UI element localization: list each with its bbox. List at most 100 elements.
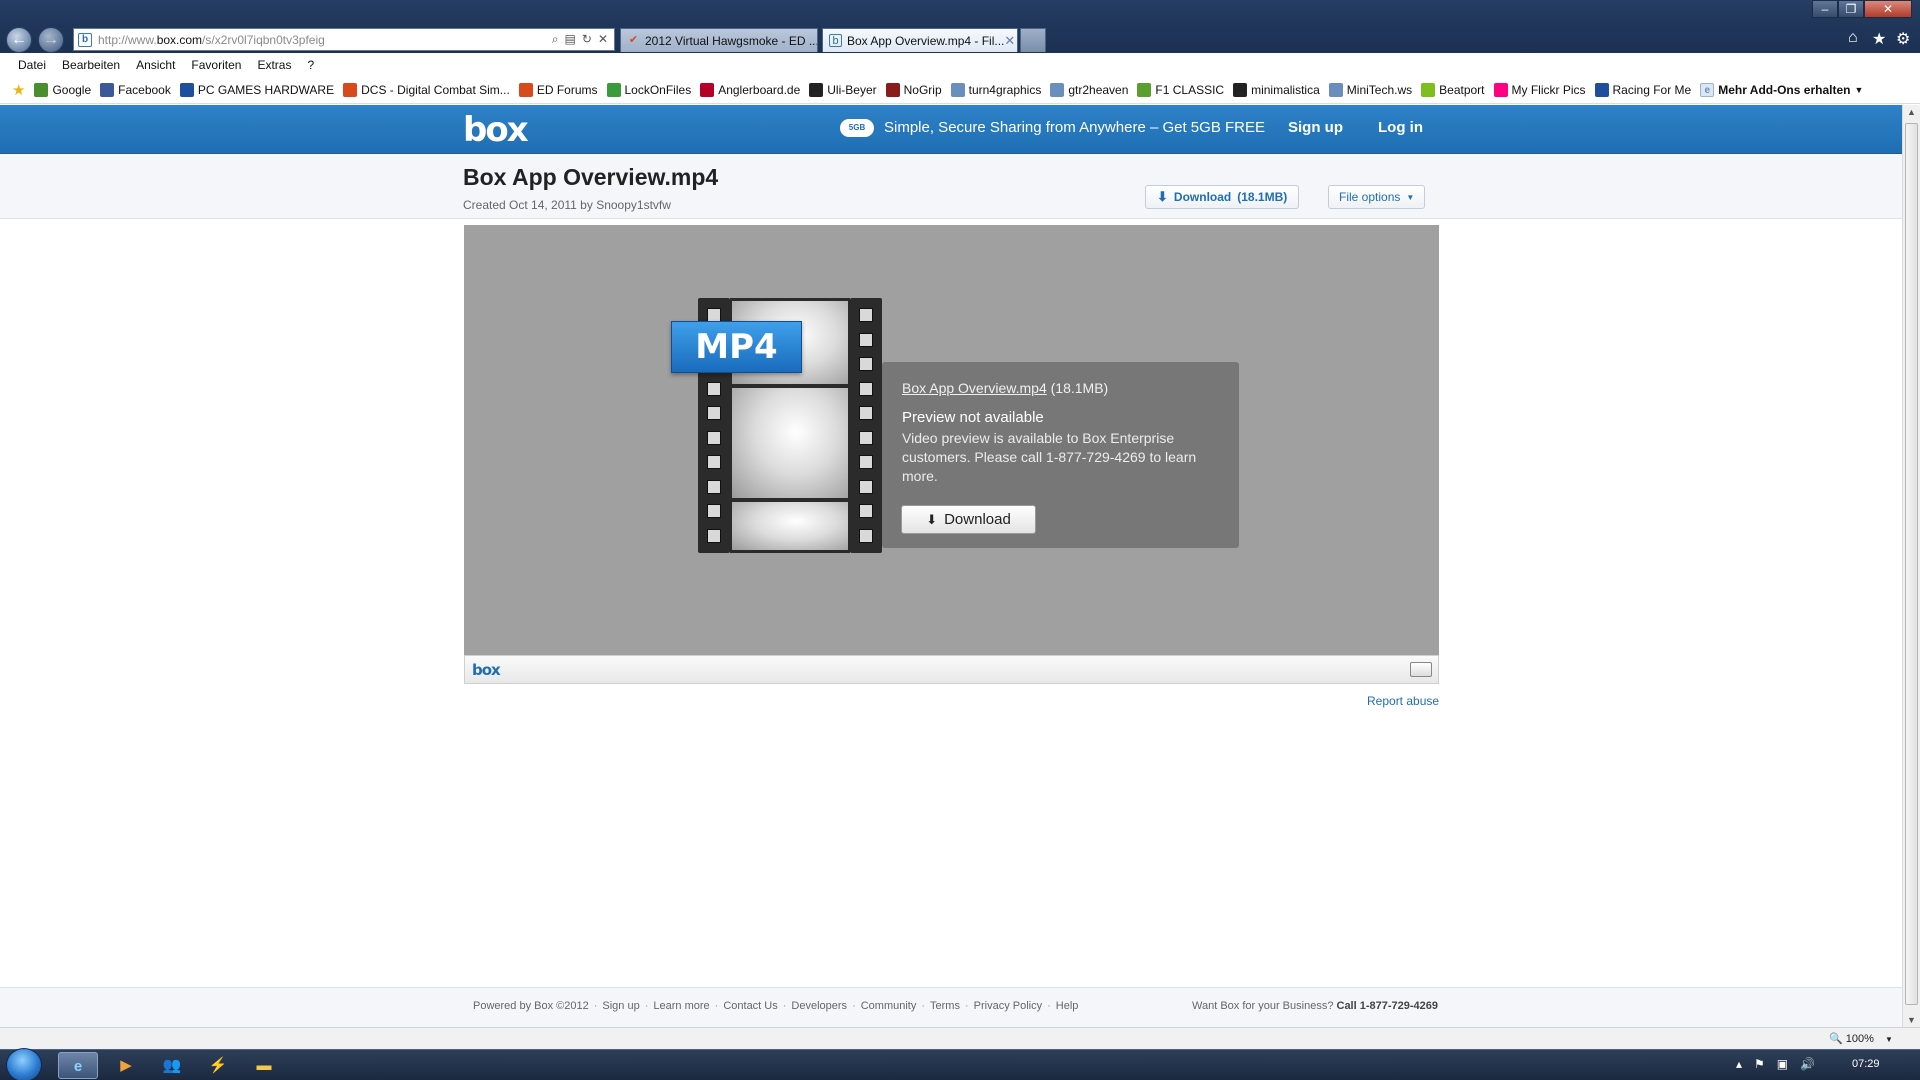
- page-viewport: box 5GB Simple, Secure Sharing from Anyw…: [0, 105, 1902, 1027]
- tab-label: Box App Overview.mp4 - Fil...: [847, 33, 1005, 48]
- fav-item[interactable]: Beatport: [1421, 82, 1485, 97]
- fav-label: My Flickr Pics: [1511, 82, 1586, 97]
- fav-item[interactable]: Uli-Beyer: [809, 82, 877, 97]
- menu-bearbeiten[interactable]: Bearbeiten: [62, 58, 120, 72]
- home-icon[interactable]: ⌂: [1848, 29, 1858, 47]
- taskbar-people[interactable]: 👥: [152, 1052, 192, 1079]
- fav-item[interactable]: NoGrip: [885, 82, 942, 97]
- footer-contact-link[interactable]: Contact Us: [723, 1000, 777, 1012]
- refresh-icon[interactable]: ↻: [582, 32, 592, 47]
- download-button[interactable]: ⬇ Download (18.1MB): [1145, 185, 1300, 209]
- start-button[interactable]: [6, 1048, 42, 1080]
- minimize-button[interactable]: –: [1812, 0, 1838, 18]
- footer-signup-link[interactable]: Sign up: [602, 1000, 639, 1012]
- fav-item[interactable]: DCS - Digital Combat Sim...: [343, 82, 510, 97]
- download-size: (18.1MB): [1237, 190, 1288, 204]
- film-strip-right: [850, 298, 882, 553]
- fullscreen-icon[interactable]: [1410, 662, 1432, 677]
- fav-label: Beatport: [1439, 82, 1485, 97]
- forward-button[interactable]: →: [38, 27, 64, 53]
- site-favicon-icon: [700, 82, 715, 97]
- box-logo[interactable]: box: [463, 110, 529, 150]
- address-bar[interactable]: b http://www.box.com/s/x2rv0l7iqbn0tv3pf…: [73, 28, 615, 51]
- close-tab-icon[interactable]: ✕: [1004, 33, 1015, 49]
- search-icon[interactable]: ⌕: [552, 32, 559, 47]
- sprocket-hole: [707, 479, 721, 494]
- preview-unavailable-heading: Preview not available: [902, 409, 1044, 426]
- url-text[interactable]: http://www.box.com/s/x2rv0l7iqbn0tv3pfei…: [98, 33, 552, 47]
- taskbar-app[interactable]: ⚡: [198, 1052, 238, 1079]
- report-abuse-link[interactable]: Report abuse: [1367, 694, 1439, 708]
- fav-item[interactable]: turn4graphics: [950, 82, 1041, 97]
- fav-item[interactable]: Facebook: [100, 82, 171, 97]
- taskbar-media-player[interactable]: ▶: [106, 1052, 146, 1079]
- menu-ansicht[interactable]: Ansicht: [136, 58, 175, 72]
- add-favorite-star-icon[interactable]: ★: [12, 81, 25, 99]
- scroll-thumb[interactable]: [1905, 123, 1918, 1005]
- fav-item[interactable]: ED Forums: [518, 82, 598, 97]
- file-options-button[interactable]: File options ▼: [1328, 185, 1426, 209]
- business-text: Want Box for your Business?: [1192, 1000, 1334, 1012]
- site-favicon-icon: [1493, 82, 1508, 97]
- fav-more-addons[interactable]: e Mehr Add-Ons erhalten ▼: [1700, 82, 1863, 97]
- menu-favoriten[interactable]: Favoriten: [191, 58, 241, 72]
- footer-terms-link[interactable]: Terms: [930, 1000, 960, 1012]
- chevron-down-icon: ▼: [1884, 1035, 1893, 1044]
- gear-icon[interactable]: ⚙: [1896, 29, 1910, 49]
- fav-item[interactable]: Google: [34, 82, 91, 97]
- scroll-down-icon[interactable]: ▼: [1907, 1015, 1916, 1025]
- footer-privacy-link[interactable]: Privacy Policy: [974, 1000, 1042, 1012]
- lightning-icon: ⚡: [208, 1057, 228, 1074]
- vertical-scrollbar[interactable]: ▲ ▼: [1902, 105, 1920, 1027]
- url-prefix: http://www.: [98, 32, 157, 47]
- footer-learn-more-link[interactable]: Learn more: [653, 1000, 709, 1012]
- stop-icon[interactable]: ✕: [598, 32, 608, 47]
- back-button[interactable]: ←: [6, 27, 32, 53]
- footer-developers-link[interactable]: Developers: [791, 1000, 847, 1012]
- signup-link[interactable]: Sign up: [1288, 119, 1343, 136]
- preview-download-button[interactable]: ⬇ Download: [901, 505, 1036, 534]
- favorites-star-icon[interactable]: ★: [1872, 29, 1886, 49]
- fav-item[interactable]: Anglerboard.de: [700, 82, 801, 97]
- action-center-flag-icon[interactable]: ⚑: [1754, 1057, 1765, 1071]
- fav-label: Anglerboard.de: [718, 82, 801, 97]
- tab-box-app-overview[interactable]: b Box App Overview.mp4 - Fil... ✕: [822, 28, 1018, 52]
- volume-icon[interactable]: 🔊: [1800, 1057, 1815, 1071]
- fav-item[interactable]: Racing For Me: [1594, 82, 1691, 97]
- menu-datei[interactable]: Datei: [18, 58, 46, 72]
- fav-item[interactable]: My Flickr Pics: [1493, 82, 1586, 97]
- login-link[interactable]: Log in: [1378, 119, 1423, 136]
- fav-item[interactable]: gtr2heaven: [1050, 82, 1128, 97]
- taskbar-internet-explorer[interactable]: e: [58, 1052, 98, 1079]
- fav-item[interactable]: minimalistica: [1233, 82, 1320, 97]
- footer-help-link[interactable]: Help: [1056, 1000, 1079, 1012]
- compatibility-view-icon[interactable]: ▤: [565, 32, 576, 47]
- promo-text[interactable]: Simple, Secure Sharing from Anywhere – G…: [884, 119, 1265, 136]
- taskbar-explorer[interactable]: ▬: [244, 1052, 284, 1079]
- tray-expand-icon[interactable]: ▴: [1736, 1057, 1742, 1071]
- new-tab-button[interactable]: [1020, 28, 1046, 52]
- url-path: /s/x2rv0l7iqbn0tv3pfeig: [202, 32, 325, 47]
- network-icon[interactable]: ▣: [1777, 1057, 1788, 1071]
- fav-label: ED Forums: [536, 82, 598, 97]
- fav-item[interactable]: LockOnFiles: [606, 82, 691, 97]
- mp4-badge: MP4: [671, 321, 802, 373]
- tab-hawgsmoke[interactable]: ✔ 2012 Virtual Hawgsmoke - ED ...: [620, 28, 818, 52]
- scroll-up-icon[interactable]: ▲: [1907, 107, 1916, 117]
- fav-item[interactable]: PC GAMES HARDWARE: [179, 82, 334, 97]
- caret-down-icon: ▼: [1406, 192, 1415, 202]
- footer-community-link[interactable]: Community: [861, 1000, 917, 1012]
- browser-titlebar: ← → b http://www.box.com/s/x2rv0l7iqbn0t…: [0, 0, 1920, 53]
- site-favicon-icon: [179, 82, 194, 97]
- menu-help[interactable]: ?: [307, 58, 314, 72]
- box-logo-small[interactable]: box: [472, 661, 501, 679]
- maximize-button[interactable]: ❐: [1838, 0, 1864, 18]
- preview-unavailable-message: Video preview is available to Box Enterp…: [902, 430, 1197, 484]
- menu-extras[interactable]: Extras: [257, 58, 291, 72]
- file-name-link[interactable]: Box App Overview.mp4: [902, 380, 1047, 396]
- fav-item[interactable]: MiniTech.ws: [1328, 82, 1412, 97]
- fav-item[interactable]: F1 CLASSIC: [1137, 82, 1224, 97]
- zoom-level[interactable]: 🔍 100% ▼: [1829, 1032, 1893, 1045]
- system-clock[interactable]: 07:29: [1852, 1058, 1880, 1070]
- close-window-button[interactable]: ✕: [1864, 0, 1912, 18]
